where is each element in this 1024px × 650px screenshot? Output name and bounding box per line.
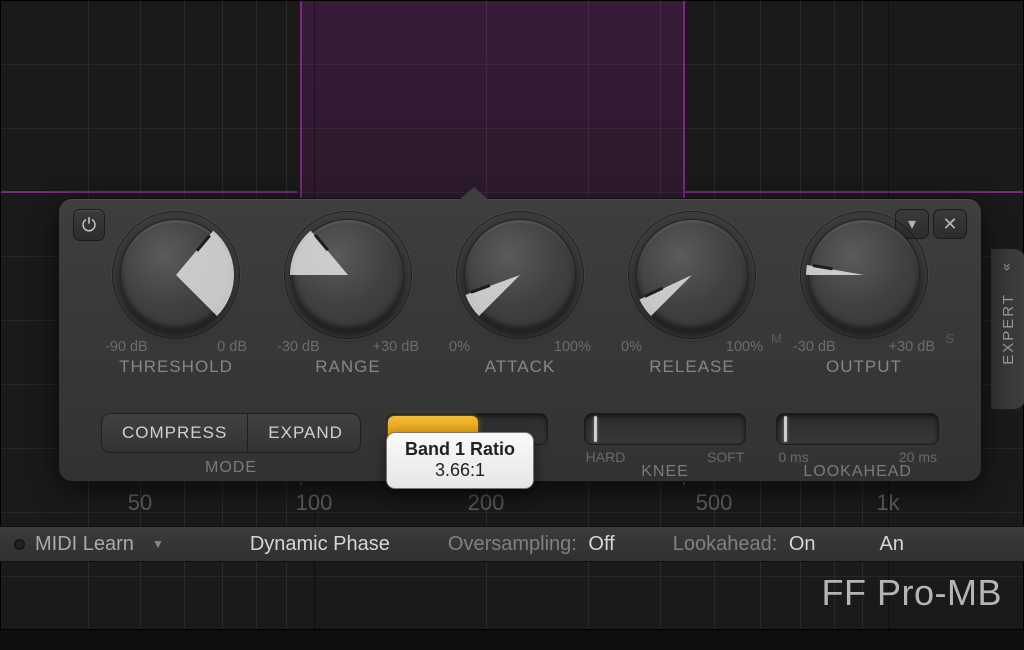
freq-tick: 1k bbox=[876, 490, 899, 516]
chevron-right-icon: » bbox=[1000, 250, 1016, 284]
threshold-knob-col: -90 dB 0 dB THRESHOLD bbox=[101, 219, 251, 399]
attack-knob[interactable] bbox=[464, 219, 576, 331]
output-knob-col: -30 dB+30 dBOUTPUTMS bbox=[789, 219, 939, 399]
panel-arrow-icon bbox=[459, 187, 489, 200]
output-max: +30 dB bbox=[889, 339, 935, 355]
lookahead-label: LOOKAHEAD bbox=[776, 463, 939, 481]
knob-fill-arc bbox=[460, 215, 580, 335]
knob-fill-arc bbox=[116, 215, 236, 335]
mid-button[interactable]: M bbox=[771, 331, 782, 346]
status-extra[interactable]: An bbox=[874, 533, 904, 556]
chevron-down-icon: ▼ bbox=[152, 537, 164, 551]
knee-thumb bbox=[594, 416, 597, 442]
knob-fill-arc bbox=[632, 215, 752, 335]
attack-min: 0% bbox=[449, 339, 470, 355]
tooltip-value: 3.66:1 bbox=[405, 460, 515, 481]
compress-button[interactable]: COMPRESS bbox=[102, 414, 248, 452]
range-label: RANGE bbox=[273, 357, 423, 377]
midi-learn-label: MIDI Learn bbox=[35, 533, 134, 556]
threshold-max: 0 dB bbox=[217, 339, 247, 355]
release-knob-col: 0% 100% RELEASE bbox=[617, 219, 767, 399]
product-name: FF Pro-MB bbox=[822, 572, 1003, 614]
knob-fill-arc bbox=[288, 215, 408, 335]
release-label: RELEASE bbox=[617, 357, 767, 377]
oversampling-menu[interactable]: Oversampling: Off bbox=[448, 533, 615, 556]
range-max: +30 dB bbox=[373, 339, 419, 355]
release-max: 100% bbox=[726, 339, 763, 355]
expand-button[interactable]: EXPAND bbox=[248, 414, 361, 452]
threshold-knob[interactable] bbox=[120, 219, 232, 331]
release-knob[interactable] bbox=[636, 219, 748, 331]
knob-row: -90 dB 0 dB THRESHOLD -30 dB +30 dB RANGE 0% 10… bbox=[101, 219, 939, 399]
release-min: 0% bbox=[621, 339, 642, 355]
freq-tick: 500 bbox=[696, 490, 733, 516]
knob-fill-arc bbox=[804, 215, 924, 335]
power-icon: ⏻ bbox=[82, 215, 96, 236]
knee-slider[interactable] bbox=[584, 413, 747, 445]
threshold-min: -90 dB bbox=[105, 339, 148, 355]
output-knob[interactable] bbox=[808, 219, 920, 331]
freq-tick: 50 bbox=[128, 490, 152, 516]
expert-panel-toggle[interactable]: » EXPERT bbox=[991, 248, 1024, 410]
close-icon: ✕ bbox=[942, 214, 957, 235]
knee-label: KNEE bbox=[584, 463, 747, 481]
knee-min: HARD bbox=[586, 449, 626, 465]
threshold-label: THRESHOLD bbox=[101, 357, 251, 377]
lookahead-toggle[interactable]: Lookahead: On bbox=[673, 533, 816, 556]
knee-max: SOFT bbox=[707, 449, 744, 465]
freq-tick: 100 bbox=[296, 490, 333, 516]
attack-knob-col: 0% 100% ATTACK bbox=[445, 219, 595, 399]
tooltip-title: Band 1 Ratio bbox=[405, 439, 515, 460]
midi-learn-menu[interactable]: MIDI Learn ▼ bbox=[35, 533, 164, 556]
range-knob[interactable] bbox=[292, 219, 404, 331]
mode-label: MODE bbox=[101, 459, 361, 477]
output-min: -30 dB bbox=[793, 339, 836, 355]
bottom-strip bbox=[0, 629, 1024, 650]
tooltip: Band 1 Ratio 3.66:1 bbox=[386, 432, 534, 489]
phase-mode-menu[interactable]: Dynamic Phase bbox=[244, 533, 390, 556]
freq-tick: 200 bbox=[468, 490, 505, 516]
output-label: OUTPUT bbox=[789, 357, 939, 377]
status-bar: MIDI Learn ▼ Dynamic Phase Oversampling:… bbox=[0, 526, 1024, 562]
attack-max: 100% bbox=[554, 339, 591, 355]
expert-label: EXPERT bbox=[1000, 293, 1017, 365]
side-button[interactable]: S bbox=[945, 331, 954, 346]
lookahead-thumb bbox=[784, 416, 787, 442]
frequency-axis: 501002005001k2k bbox=[0, 490, 1024, 520]
range-knob-col: -30 dB +30 dB RANGE bbox=[273, 219, 423, 399]
midi-led-icon bbox=[14, 539, 25, 550]
lookahead-slider[interactable] bbox=[776, 413, 939, 445]
range-min: -30 dB bbox=[277, 339, 320, 355]
attack-label: ATTACK bbox=[445, 357, 595, 377]
mode-segmented: COMPRESS EXPAND bbox=[101, 413, 361, 453]
